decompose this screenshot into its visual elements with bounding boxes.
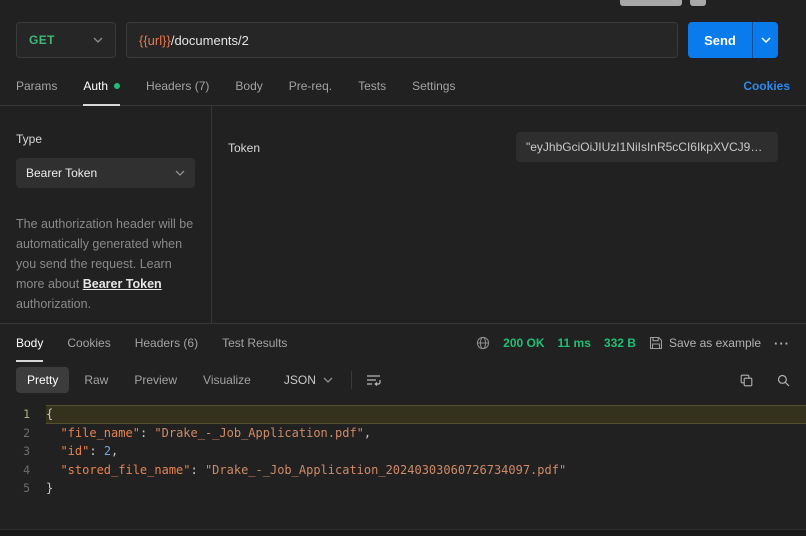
tab-response-cookies[interactable]: Cookies (67, 324, 110, 362)
code-line-content: { (46, 405, 806, 424)
request-tabs: Params Auth Headers (7) Body Pre-req. Te… (0, 66, 806, 106)
more-options-button[interactable]: ··· (774, 336, 790, 351)
chevron-down-icon (323, 377, 333, 383)
response-time[interactable]: 11 ms (558, 336, 591, 350)
response-body-editor[interactable]: 1{2 "file_name": "Drake_-_Job_Applicatio… (0, 401, 806, 498)
auth-token-column: Token "eyJhbGciOiJIUzI1NiIsInR5cCI6IkpXV… (212, 106, 806, 323)
url-path-text: /documents/2 (171, 33, 249, 48)
tab-response-body-label: Body (16, 336, 43, 350)
tab-auth[interactable]: Auth (83, 66, 120, 105)
toolbar-divider (351, 371, 352, 389)
tab-tests-label: Tests (358, 79, 386, 93)
wrap-lines-icon[interactable] (362, 370, 386, 390)
tab-params-label: Params (16, 79, 57, 93)
tab-test-results[interactable]: Test Results (222, 324, 287, 362)
tab-headers[interactable]: Headers (7) (146, 66, 209, 105)
save-icon (649, 336, 663, 350)
token-value-field[interactable]: "eyJhbGciOiJIUzI1NiIsInR5cCI6IkpXVCJ9… (516, 132, 778, 162)
method-dropdown[interactable]: GET (16, 22, 116, 58)
cookies-link[interactable]: Cookies (743, 79, 790, 93)
view-raw-button[interactable]: Raw (73, 367, 119, 393)
tab-response-headers[interactable]: Headers (6) (135, 324, 198, 362)
auth-description-text: authorization. (16, 297, 91, 311)
code-line[interactable]: 5} (0, 479, 806, 498)
authorization-panel: Type Bearer Token The authorization head… (0, 106, 806, 324)
line-number: 2 (0, 424, 46, 443)
code-line-content: "stored_file_name": "Drake_-_Job_Applica… (46, 461, 806, 480)
url-variable-chip: {{url}} (139, 33, 171, 48)
code-line[interactable]: 2 "file_name": "Drake_-_Job_Application.… (0, 424, 806, 443)
code-line-content: } (46, 479, 806, 498)
search-icon[interactable] (777, 374, 790, 387)
save-as-example-button[interactable]: Save as example (649, 336, 761, 350)
response-meta: 200 OK 11 ms 332 B Save as example ··· (476, 336, 790, 351)
tab-prereq[interactable]: Pre-req. (289, 66, 332, 105)
tab-body[interactable]: Body (235, 66, 262, 105)
tab-prereq-label: Pre-req. (289, 79, 332, 93)
code-line[interactable]: 1{ (0, 405, 806, 424)
tab-test-results-label: Test Results (222, 336, 287, 350)
send-label[interactable]: Send (688, 22, 752, 58)
tab-settings[interactable]: Settings (412, 66, 455, 105)
auth-type-dropdown[interactable]: Bearer Token (16, 158, 195, 188)
line-number: 3 (0, 442, 46, 461)
cutoff-ui-fragment (690, 0, 706, 6)
auth-configured-dot (114, 83, 120, 89)
format-label: JSON (284, 373, 316, 387)
send-button[interactable]: Send (688, 22, 778, 58)
code-line-content: "id": 2, (46, 442, 806, 461)
tab-response-headers-label: Headers (6) (135, 336, 198, 350)
view-visualize-button[interactable]: Visualize (192, 367, 262, 393)
view-pretty-button[interactable]: Pretty (16, 367, 69, 393)
api-client-window: GET {{url}}/documents/2 Send Params Auth… (0, 0, 806, 536)
chevron-down-icon (175, 170, 185, 176)
token-label: Token (228, 141, 260, 155)
response-view-toolbar: Pretty Raw Preview Visualize JSON (0, 362, 806, 401)
auth-type-label: Type (16, 132, 195, 146)
line-number: 4 (0, 461, 46, 480)
tab-headers-label: Headers (7) (146, 79, 209, 93)
auth-description: The authorization header will be automat… (16, 214, 195, 314)
code-line-content: "file_name": "Drake_-_Job_Application.pd… (46, 424, 806, 443)
view-preview-button[interactable]: Preview (123, 367, 188, 393)
tab-auth-label: Auth (83, 79, 108, 93)
tab-settings-label: Settings (412, 79, 455, 93)
send-options-chevron-icon[interactable] (752, 22, 778, 58)
code-line[interactable]: 4 "stored_file_name": "Drake_-_Job_Appli… (0, 461, 806, 480)
tab-body-label: Body (235, 79, 262, 93)
chevron-down-icon (93, 37, 103, 43)
request-bar: GET {{url}}/documents/2 Send (0, 0, 806, 58)
line-number: 5 (0, 479, 46, 498)
network-globe-icon[interactable] (476, 336, 490, 350)
auth-type-column: Type Bearer Token The authorization head… (0, 106, 212, 323)
toolbar-right-icons (740, 374, 790, 387)
cutoff-ui-fragment (620, 0, 682, 6)
footer-bar (0, 529, 806, 536)
line-number: 1 (0, 405, 46, 424)
copy-icon[interactable] (740, 374, 753, 387)
auth-type-value: Bearer Token (26, 166, 97, 180)
tab-tests[interactable]: Tests (358, 66, 386, 105)
tab-response-cookies-label: Cookies (67, 336, 110, 350)
bearer-token-link[interactable]: Bearer Token (83, 277, 162, 291)
save-as-example-label: Save as example (669, 336, 761, 350)
method-label: GET (29, 33, 55, 47)
code-line[interactable]: 3 "id": 2, (0, 442, 806, 461)
status-badge[interactable]: 200 OK (503, 336, 544, 350)
tab-params[interactable]: Params (16, 66, 57, 105)
tab-response-body[interactable]: Body (16, 324, 43, 362)
response-size[interactable]: 332 B (604, 336, 636, 350)
url-input[interactable]: {{url}}/documents/2 (126, 22, 678, 58)
response-tabs: Body Cookies Headers (6) Test Results 20… (0, 324, 806, 362)
format-dropdown[interactable]: JSON (276, 367, 341, 393)
